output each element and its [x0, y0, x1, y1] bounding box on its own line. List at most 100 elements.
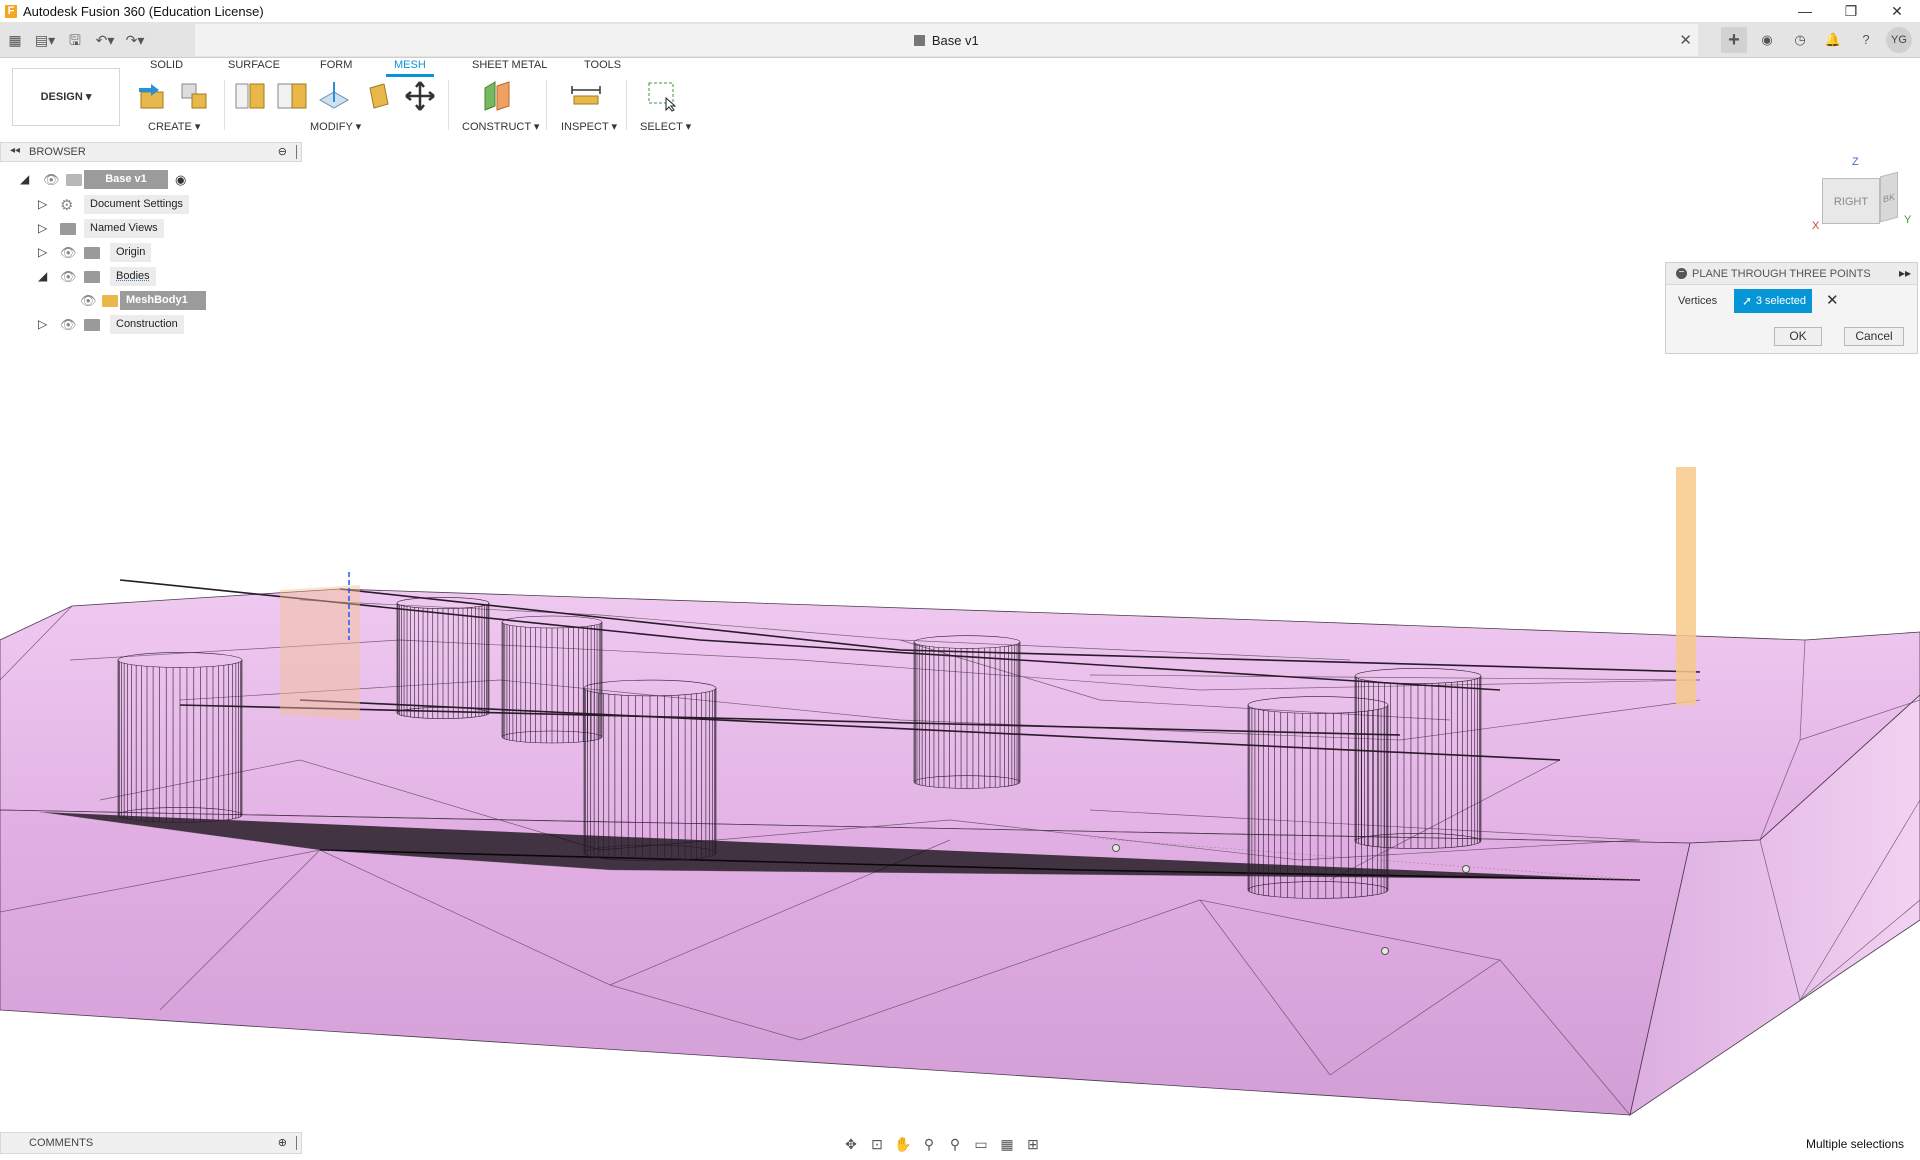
dialog-title: PLANE THROUGH THREE POINTS: [1692, 268, 1871, 280]
construct-plane-icon[interactable]: [481, 80, 513, 112]
inspect-group-label[interactable]: INSPECT ▾: [561, 120, 617, 133]
vertices-selection-button[interactable]: ➚ 3 selected: [1734, 289, 1812, 313]
reduce-icon[interactable]: [276, 80, 308, 112]
selected-vertex: [1462, 865, 1470, 873]
visibility-eye-icon[interactable]: 👁: [43, 172, 60, 188]
construct-group-label[interactable]: CONSTRUCT ▾: [462, 120, 539, 133]
tree-item-root[interactable]: ◢ 👁 Base v1 ◉: [20, 170, 220, 190]
help-icon[interactable]: ?: [1853, 27, 1879, 53]
plane-cut-icon[interactable]: [318, 80, 350, 112]
expand-triangle-icon[interactable]: ▷: [38, 317, 47, 331]
folder-icon: [84, 271, 100, 283]
viewcube[interactable]: Z RIGHT BK X Y: [1812, 156, 1912, 238]
file-menu-icon[interactable]: ▤▾: [30, 28, 60, 52]
add-comment-icon[interactable]: ⊕: [278, 1136, 287, 1149]
user-avatar[interactable]: YG: [1886, 27, 1912, 53]
tab-sheet-metal[interactable]: SHEET METAL: [472, 58, 547, 72]
selected-vertex: [1381, 947, 1389, 955]
tab-form[interactable]: FORM: [320, 58, 352, 72]
measure-icon[interactable]: [570, 80, 602, 112]
fusion-app-window: F Autodesk Fusion 360 (Education License…: [0, 0, 1920, 1160]
x-axis-label: X: [1812, 220, 1820, 232]
cancel-button[interactable]: Cancel: [1844, 327, 1904, 346]
visibility-eye-icon[interactable]: 👁: [60, 317, 77, 333]
tab-surface[interactable]: SURFACE: [228, 58, 280, 72]
expand-triangle-icon[interactable]: ▷: [38, 197, 47, 211]
insert-mesh-icon[interactable]: [137, 80, 169, 112]
tree-item-meshbody1[interactable]: 👁 MeshBody1: [78, 291, 278, 311]
viewcube-back-face[interactable]: BK: [1880, 171, 1898, 223]
data-panel-icon[interactable]: ▦: [0, 28, 30, 52]
minimize-button[interactable]: —: [1782, 0, 1828, 22]
folder-icon: [60, 223, 76, 235]
make-closed-mesh-icon[interactable]: [362, 80, 394, 112]
pan-hand-icon[interactable]: ✋: [890, 1133, 916, 1155]
expand-triangle-icon[interactable]: ▷: [38, 245, 47, 259]
expand-triangle-icon[interactable]: ▷: [38, 221, 47, 235]
dialog-header[interactable]: − PLANE THROUGH THREE POINTS ▸▸: [1666, 263, 1917, 285]
close-tab-icon[interactable]: ✕: [1679, 31, 1692, 49]
canvas-viewport[interactable]: [0, 136, 1920, 1132]
expand-dialog-icon[interactable]: ▸▸: [1899, 266, 1911, 280]
notifications-bell-icon[interactable]: 🔔: [1820, 27, 1846, 53]
tree-item-named-views[interactable]: ▷ Named Views: [38, 219, 238, 239]
visibility-eye-icon[interactable]: 👁: [60, 245, 77, 261]
mesh-body-graphic[interactable]: [0, 136, 1920, 1132]
remesh-icon[interactable]: [234, 80, 266, 112]
create-group-label[interactable]: CREATE ▾: [148, 120, 200, 133]
orbit-icon[interactable]: ✥: [838, 1133, 864, 1155]
collapse-triangle-icon[interactable]: ◢: [20, 172, 29, 186]
tree-item-label: Bodies: [110, 267, 156, 286]
document-tab[interactable]: Base v1 ✕: [195, 24, 1698, 56]
clear-selection-icon[interactable]: ✕: [1826, 291, 1839, 309]
activate-radio-icon[interactable]: ◉: [175, 172, 186, 188]
save-icon[interactable]: 🖫: [60, 28, 90, 52]
navigation-bar: ✥ ⊡ ✋ ⚲ ⚲ ▭ ▦ ⊞: [838, 1132, 1078, 1156]
grid-settings-icon[interactable]: ▦: [994, 1133, 1020, 1155]
select-group-label[interactable]: SELECT ▾: [640, 120, 691, 133]
close-window-button[interactable]: ✕: [1874, 0, 1920, 22]
modify-group-label[interactable]: MODIFY ▾: [310, 120, 361, 133]
workspace-switcher-button[interactable]: DESIGN ▾: [12, 68, 120, 126]
tree-item-document-settings[interactable]: ▷ ⚙ Document Settings: [38, 195, 238, 215]
viewcube-right-face[interactable]: RIGHT: [1822, 178, 1880, 224]
tab-solid[interactable]: SOLID: [150, 58, 183, 72]
tree-item-label: Document Settings: [84, 195, 189, 214]
visibility-eye-icon[interactable]: 👁: [60, 269, 77, 285]
collapse-triangle-icon[interactable]: ◢: [38, 269, 47, 283]
visibility-eye-icon[interactable]: 👁: [80, 293, 97, 309]
zoom-icon[interactable]: ⚲: [916, 1133, 942, 1155]
tree-item-origin[interactable]: ▷ 👁 Origin: [38, 243, 238, 263]
application-bar: ▦ ▤▾ 🖫 ↶▾ ↷▾ Base v1 ✕ + ◉ ◷ 🔔 ? YG: [0, 22, 1920, 58]
tree-item-bodies[interactable]: ◢ 👁 Bodies: [38, 267, 238, 287]
collapse-dialog-icon[interactable]: −: [1676, 268, 1687, 279]
extensions-icon[interactable]: ◉: [1754, 27, 1780, 53]
panel-grip[interactable]: [296, 1136, 298, 1150]
look-at-icon[interactable]: ⊡: [864, 1133, 890, 1155]
pin-icon[interactable]: ⊖: [278, 145, 287, 158]
create-base-feature-icon[interactable]: [178, 80, 210, 112]
move-icon[interactable]: [404, 80, 436, 112]
fit-icon[interactable]: ⚲: [942, 1133, 968, 1155]
collapse-browser-icon[interactable]: ◂◂: [10, 145, 20, 156]
display-settings-icon[interactable]: ▭: [968, 1133, 994, 1155]
viewports-icon[interactable]: ⊞: [1020, 1133, 1046, 1155]
tab-tools[interactable]: TOOLS: [584, 58, 621, 72]
panel-grip[interactable]: [296, 145, 298, 159]
undo-icon[interactable]: ↶▾: [90, 28, 120, 52]
cursor-arrow-icon: ➚: [1742, 294, 1753, 308]
tree-item-construction[interactable]: ▷ 👁 Construction: [38, 315, 238, 335]
job-status-icon[interactable]: ◷: [1787, 27, 1813, 53]
z-axis-label: Z: [1852, 156, 1859, 168]
redo-icon[interactable]: ↷▾: [120, 28, 150, 52]
ok-button[interactable]: OK: [1774, 327, 1822, 346]
tab-mesh[interactable]: MESH: [386, 58, 434, 77]
comments-panel-header: COMMENTS ⊕: [0, 1132, 302, 1154]
window-select-icon[interactable]: [646, 80, 678, 112]
restore-button[interactable]: ❐: [1828, 0, 1874, 22]
toolbar-separator: [546, 80, 547, 130]
vertices-label: Vertices: [1678, 295, 1718, 307]
browser-panel-header: ◂◂ BROWSER ⊖: [0, 142, 302, 162]
folder-icon: [84, 247, 100, 259]
new-tab-button[interactable]: +: [1721, 27, 1747, 53]
